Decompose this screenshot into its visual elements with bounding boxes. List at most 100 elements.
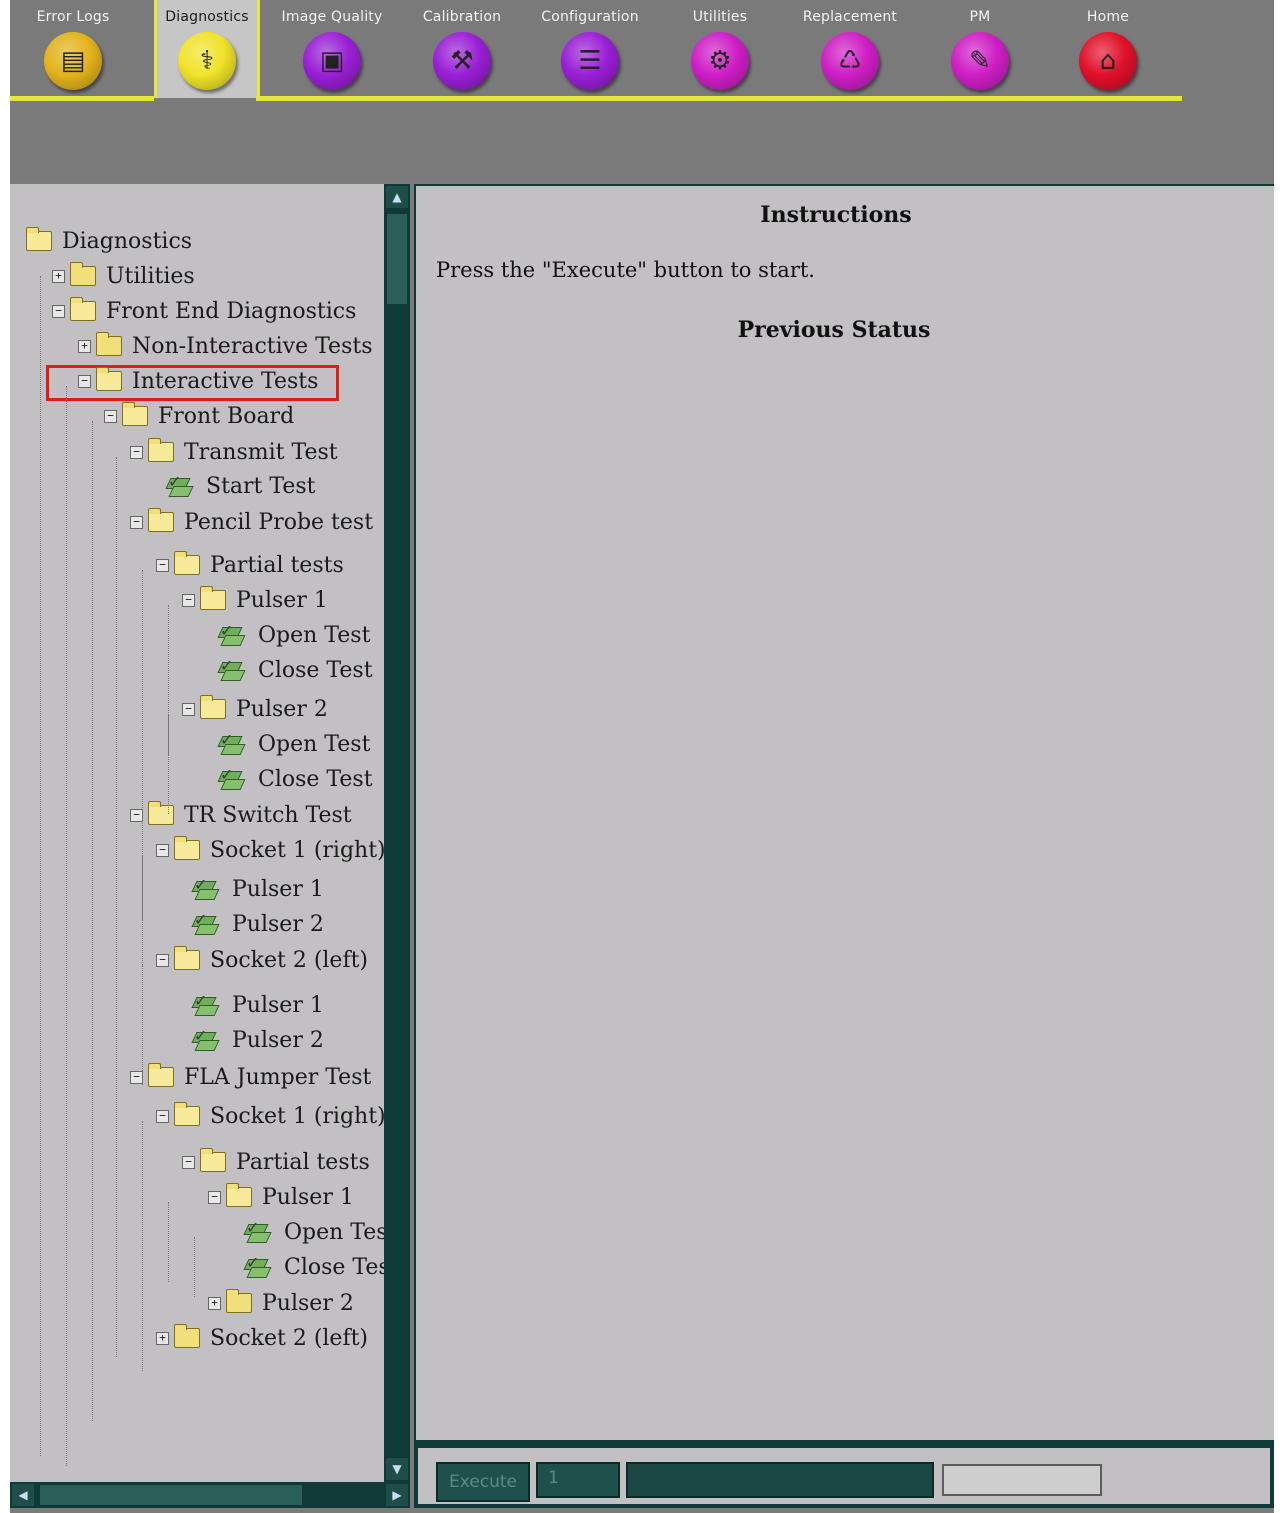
tree-item-label: Front Board bbox=[158, 403, 295, 429]
tab-label: Diagnostics bbox=[165, 9, 249, 25]
expand-icon[interactable]: + bbox=[208, 1296, 221, 1310]
tree-folder-item[interactable]: − Socket 2 (left) bbox=[156, 945, 368, 975]
collapse-icon[interactable]: − bbox=[182, 593, 195, 607]
tab-configuration[interactable]: Configuration ☰ bbox=[528, 0, 652, 98]
tree-folder-item[interactable]: + Socket 2 (left) bbox=[156, 1323, 368, 1353]
folder-icon bbox=[226, 1289, 252, 1313]
collapse-icon[interactable]: − bbox=[78, 374, 91, 388]
tree-item-label: Partial tests bbox=[236, 1149, 370, 1175]
tree-test-item[interactable]: ✓ Pulser 1 bbox=[191, 990, 324, 1020]
tree-item-label: Pulser 1 bbox=[236, 587, 328, 613]
horizontal-scroll-thumb[interactable] bbox=[40, 1485, 302, 1505]
folder-icon bbox=[174, 1324, 200, 1348]
open-folder-icon bbox=[174, 551, 200, 575]
scroll-right-arrow-icon[interactable]: ▶ bbox=[386, 1484, 408, 1506]
tree-item-label: Diagnostics bbox=[62, 228, 193, 254]
open-folder-icon bbox=[26, 227, 52, 251]
tab-replacement[interactable]: Replacement ♺ bbox=[788, 0, 912, 98]
action-bar: Execute 1 bbox=[414, 1440, 1276, 1508]
collapse-icon[interactable]: − bbox=[130, 445, 143, 459]
tree-horizontal-scrollbar[interactable]: ◀ ▶ bbox=[10, 1482, 410, 1508]
tab-image-quality[interactable]: Image Quality ▣ bbox=[270, 0, 394, 98]
iteration-count-field[interactable]: 1 bbox=[536, 1462, 620, 1498]
tree-test-item[interactable]: ✓ Open Test bbox=[243, 1217, 384, 1247]
tree-folder-item[interactable]: + Utilities bbox=[52, 261, 195, 291]
test-book-icon: ✓ bbox=[191, 910, 220, 936]
tree-folder-item[interactable]: − Pulser 1 bbox=[182, 585, 328, 615]
collapse-icon[interactable]: − bbox=[156, 558, 169, 572]
collapse-icon[interactable]: − bbox=[156, 953, 169, 967]
tree-folder-item[interactable]: − Pulser 2 bbox=[182, 694, 328, 724]
tree-test-item[interactable]: ✓ Pulser 1 bbox=[191, 874, 324, 904]
expand-icon[interactable]: + bbox=[78, 339, 91, 353]
tree-test-item[interactable]: ✓ Open Test bbox=[217, 620, 370, 650]
tree-folder-item[interactable]: − Transmit Test bbox=[130, 437, 338, 467]
collapse-icon[interactable]: − bbox=[182, 702, 195, 716]
tree-folder-item[interactable]: Diagnostics bbox=[26, 226, 192, 256]
tab-calibration[interactable]: Calibration ⚒ bbox=[400, 0, 524, 98]
tree-item-label: Socket 2 (left) bbox=[210, 1325, 369, 1351]
tree-folder-item[interactable]: − Front Board bbox=[104, 401, 294, 431]
tree-test-item[interactable]: ✓ Close Test bbox=[217, 764, 373, 794]
tree-folder-item[interactable]: − Partial tests bbox=[182, 1147, 370, 1177]
tree-folder-item[interactable]: − Interactive Tests bbox=[78, 366, 318, 396]
tree-test-item[interactable]: ✓ Pulser 2 bbox=[191, 909, 324, 939]
tree-folder-item[interactable]: − Pencil Probe test bbox=[130, 507, 373, 537]
open-folder-icon bbox=[174, 1102, 200, 1126]
tab-utilities[interactable]: Utilities ⚙ bbox=[658, 0, 782, 98]
tree-folder-item[interactable]: − Pulser 1 bbox=[208, 1182, 354, 1212]
scroll-up-arrow-icon[interactable]: ▲ bbox=[386, 186, 408, 208]
tab-pm[interactable]: PM ✎ bbox=[918, 0, 1042, 98]
collapse-icon[interactable]: − bbox=[52, 304, 65, 318]
pm-icon[interactable]: ✎ bbox=[951, 32, 1009, 90]
tab-diagnostics[interactable]: Diagnostics ⚕ bbox=[154, 0, 260, 98]
test-book-icon: ✓ bbox=[191, 991, 220, 1017]
home-icon[interactable]: ⌂ bbox=[1079, 32, 1137, 90]
vertical-scroll-thumb[interactable] bbox=[387, 214, 407, 304]
expand-icon[interactable]: + bbox=[52, 269, 65, 283]
tree-folder-item[interactable]: − TR Switch Test bbox=[130, 800, 352, 830]
collapse-icon[interactable]: − bbox=[104, 409, 117, 423]
collapse-icon[interactable]: − bbox=[156, 843, 169, 857]
collapse-icon[interactable]: − bbox=[156, 1109, 169, 1123]
replacement-icon[interactable]: ♺ bbox=[821, 32, 879, 90]
tree-item-label: Pulser 2 bbox=[232, 1027, 324, 1053]
configuration-icon[interactable]: ☰ bbox=[561, 32, 619, 90]
tree-test-item[interactable]: ✓ Close Test bbox=[217, 655, 373, 685]
calibration-icon[interactable]: ⚒ bbox=[433, 32, 491, 90]
monitor-icon[interactable]: ▣ bbox=[303, 32, 361, 90]
tree-folder-item[interactable]: − FLA Jumper Test bbox=[130, 1062, 371, 1092]
tree-test-item[interactable]: ✓ Start Test bbox=[165, 471, 316, 501]
tree-guide-line bbox=[142, 855, 143, 975]
expand-icon[interactable]: + bbox=[156, 1331, 169, 1345]
collapse-icon[interactable]: − bbox=[208, 1190, 221, 1204]
tree-vertical-scrollbar[interactable]: ▲ ▼ bbox=[384, 184, 410, 1482]
tree-test-item[interactable]: ✓ Pulser 2 bbox=[191, 1025, 324, 1055]
tree-test-item[interactable]: ✓ Close Test bbox=[243, 1252, 384, 1282]
tree-folder-item[interactable]: − Socket 1 (right) bbox=[156, 835, 384, 865]
execute-button[interactable]: Execute bbox=[436, 1462, 530, 1502]
tree-guide-line bbox=[142, 1121, 143, 1371]
tree-item-label: Pulser 2 bbox=[232, 911, 324, 937]
utilities-icon-glyph: ⚙ bbox=[708, 46, 732, 76]
tab-home[interactable]: Home ⌂ bbox=[1046, 0, 1170, 98]
tree-folder-item[interactable]: + Non-Interactive Tests bbox=[78, 331, 373, 361]
error-log-icon[interactable]: ▤ bbox=[44, 32, 102, 90]
utilities-icon[interactable]: ⚙ bbox=[691, 32, 749, 90]
tree-folder-item[interactable]: − Socket 1 (right) bbox=[156, 1101, 384, 1131]
tree-folder-item[interactable]: + Pulser 2 bbox=[208, 1288, 354, 1318]
scroll-down-arrow-icon[interactable]: ▼ bbox=[386, 1458, 408, 1480]
scroll-left-arrow-icon[interactable]: ◀ bbox=[12, 1484, 34, 1506]
tree-folder-item[interactable]: − Partial tests bbox=[156, 550, 344, 580]
tree-folder-item[interactable]: − Front End Diagnostics bbox=[52, 296, 356, 326]
tree-item-label: Start Test bbox=[206, 473, 316, 499]
diagnostics-icon[interactable]: ⚕ bbox=[178, 32, 236, 90]
tree-item-label: Close Test bbox=[258, 766, 373, 792]
collapse-icon[interactable]: − bbox=[182, 1155, 195, 1169]
tab-label: Error Logs bbox=[36, 9, 110, 25]
tree-item-label: Partial tests bbox=[210, 552, 344, 578]
progress-bar bbox=[626, 1462, 934, 1498]
tab-error-logs[interactable]: Error Logs ▤ bbox=[10, 0, 136, 98]
collapse-icon[interactable]: − bbox=[130, 515, 143, 529]
tree-test-item[interactable]: ✓ Open Test bbox=[217, 729, 370, 759]
